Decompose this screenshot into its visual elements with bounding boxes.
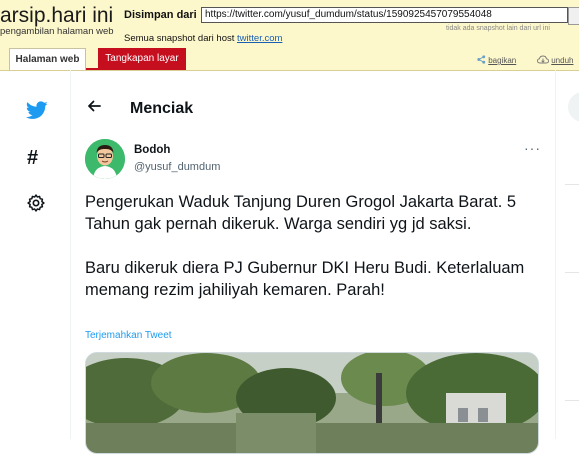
snapshots-host-link[interactable]: twitter.com <box>237 33 282 44</box>
download-label: unduh <box>551 56 574 65</box>
saved-from-label: Disimpan dari <box>124 9 197 21</box>
right-panel-divider <box>565 184 579 185</box>
archive-header: arsip.hari ini pengambilan halaman web D… <box>0 0 579 71</box>
share-label: bagikan <box>488 56 517 65</box>
author-handle[interactable]: @yusuf_dumdum <box>134 161 220 173</box>
twitter-bird-icon[interactable] <box>26 101 48 120</box>
right-panel-divider <box>565 400 579 401</box>
page-title: Menciak <box>130 100 194 117</box>
share-icon <box>477 55 486 64</box>
tweet-paragraph: Baru dikeruk diera PJ Gubernur DKI Heru … <box>85 259 525 299</box>
archive-logo[interactable]: arsip.hari ini <box>0 4 113 28</box>
download-link[interactable]: unduh <box>537 55 573 65</box>
more-options-icon[interactable]: ··· <box>524 140 541 156</box>
cloud-download-icon <box>537 55 549 64</box>
column-divider-right <box>555 70 556 439</box>
url-go-button[interactable] <box>568 7 579 25</box>
tab-screenshot[interactable]: Tangkapan layar <box>98 48 186 70</box>
gear-icon[interactable] <box>26 193 46 213</box>
archive-logo-subtitle: pengambilan halaman web <box>0 26 114 37</box>
tab-web-page[interactable]: Halaman web <box>9 48 86 70</box>
tweet-text: Pengerukan Waduk Tanjung Duren Grogol Ja… <box>85 191 545 301</box>
tab-underline <box>86 68 186 70</box>
avatar[interactable] <box>85 139 125 179</box>
search-box-edge[interactable] <box>568 92 579 122</box>
snapshots-label: Semua snapshot dari host <box>124 33 235 44</box>
snapshot-hint: tidak ada snapshot lain dari url ini <box>446 25 550 32</box>
right-panel-divider <box>565 272 579 273</box>
share-link[interactable]: bagikan <box>477 55 516 65</box>
hashtag-icon[interactable]: # <box>27 147 38 170</box>
translate-tweet-link[interactable]: Terjemahkan Tweet <box>85 330 172 341</box>
url-field[interactable]: https://twitter.com/yusuf_dumdum/status/… <box>201 7 568 23</box>
snapshots-line: Semua snapshot dari host twitter.com <box>124 33 282 44</box>
author-name[interactable]: Bodoh <box>134 144 170 156</box>
column-divider <box>70 70 71 439</box>
back-arrow-icon[interactable] <box>86 98 102 114</box>
tweet-paragraph: Pengerukan Waduk Tanjung Duren Grogol Ja… <box>85 193 517 233</box>
